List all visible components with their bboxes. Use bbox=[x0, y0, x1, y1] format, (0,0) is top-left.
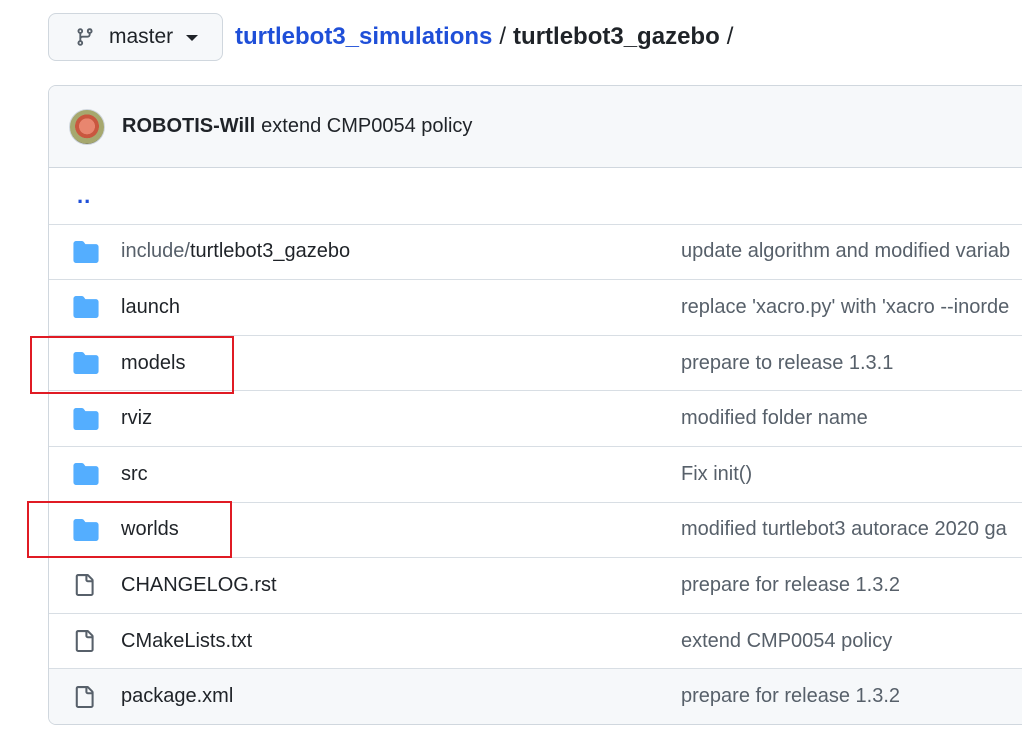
folder-name: launch bbox=[121, 295, 180, 318]
file-icon bbox=[75, 574, 94, 597]
commit-message-link[interactable]: replace 'xacro.py' with 'xacro --inorde bbox=[681, 296, 1009, 319]
parent-directory-row[interactable]: .. bbox=[49, 168, 1022, 224]
breadcrumb-current-folder: turtlebot3_gazebo bbox=[513, 23, 720, 50]
file-table: ROBOTIS-Will extend CMP0054 policy .. in… bbox=[48, 85, 1022, 725]
file-name-link[interactable]: rviz bbox=[121, 407, 681, 430]
file-name-link[interactable]: package.xml bbox=[121, 685, 681, 708]
folder-icon bbox=[73, 463, 99, 486]
commit-message-link[interactable]: extend CMP0054 policy bbox=[681, 630, 892, 653]
table-row[interactable]: CHANGELOG.rst prepare for release 1.3.2 bbox=[49, 557, 1022, 613]
commit-message-link[interactable]: extend CMP0054 policy bbox=[261, 115, 472, 138]
commit-message-link[interactable]: modified turtlebot3 autorace 2020 ga bbox=[681, 518, 1007, 541]
commit-message-link[interactable]: Fix init() bbox=[681, 463, 752, 486]
file-name: CHANGELOG.rst bbox=[121, 573, 277, 596]
file-name: package.xml bbox=[121, 685, 234, 708]
breadcrumb-repo-link[interactable]: turtlebot3_simulations bbox=[235, 23, 492, 51]
folder-icon bbox=[73, 407, 99, 430]
folder-name: src bbox=[121, 462, 148, 485]
breadcrumb-separator: / bbox=[726, 23, 734, 50]
commit-message-link[interactable]: prepare for release 1.3.2 bbox=[681, 574, 900, 597]
file-name-link[interactable]: launch bbox=[121, 296, 681, 319]
file-name-link[interactable]: CMakeLists.txt bbox=[121, 630, 681, 653]
folder-icon bbox=[73, 240, 99, 263]
highlight-box-models bbox=[30, 336, 234, 394]
breadcrumb-separator: / bbox=[499, 23, 507, 50]
avatar[interactable] bbox=[69, 108, 105, 145]
commit-message-link[interactable]: update algorithm and modified variab bbox=[681, 240, 1010, 263]
folder-name: rviz bbox=[121, 407, 153, 430]
table-row[interactable]: include/turtlebot3_gazebo update algorit… bbox=[49, 223, 1022, 280]
file-name-link[interactable]: CHANGELOG.rst bbox=[121, 574, 681, 597]
folder-icon bbox=[73, 296, 99, 319]
table-row[interactable]: src Fix init() bbox=[49, 445, 1022, 502]
file-name: CMakeLists.txt bbox=[121, 629, 253, 652]
commit-message-link[interactable]: modified folder name bbox=[681, 407, 868, 430]
table-row[interactable]: launch replace 'xacro.py' with 'xacro --… bbox=[49, 279, 1022, 335]
table-row[interactable]: rviz modified folder name bbox=[49, 390, 1022, 446]
caret-down-icon bbox=[186, 35, 199, 41]
table-row[interactable]: CMakeLists.txt extend CMP0054 policy bbox=[49, 612, 1022, 669]
latest-commit-bar: ROBOTIS-Will extend CMP0054 policy bbox=[49, 86, 1022, 168]
branch-label: master bbox=[109, 25, 174, 48]
commit-message-link[interactable]: prepare for release 1.3.2 bbox=[681, 685, 900, 708]
file-name-link[interactable]: src bbox=[121, 463, 681, 486]
highlight-box-worlds bbox=[27, 501, 232, 558]
breadcrumb: turtlebot3_simulations / turtlebot3_gaze… bbox=[235, 20, 740, 54]
table-row[interactable]: package.xml prepare for release 1.3.2 bbox=[49, 668, 1022, 724]
file-icon bbox=[75, 685, 94, 708]
git-branch-icon bbox=[77, 28, 93, 46]
folder-path-prefix: include/ bbox=[121, 240, 190, 263]
branch-select-button[interactable]: master bbox=[48, 13, 223, 61]
file-name-link[interactable]: include/turtlebot3_gazebo bbox=[121, 240, 681, 263]
file-icon bbox=[75, 630, 94, 653]
commit-message-link[interactable]: prepare to release 1.3.1 bbox=[681, 352, 893, 375]
parent-directory-link[interactable]: .. bbox=[77, 183, 91, 209]
folder-name: turtlebot3_gazebo bbox=[189, 240, 351, 263]
commit-author-link[interactable]: ROBOTIS-Will bbox=[122, 115, 255, 138]
